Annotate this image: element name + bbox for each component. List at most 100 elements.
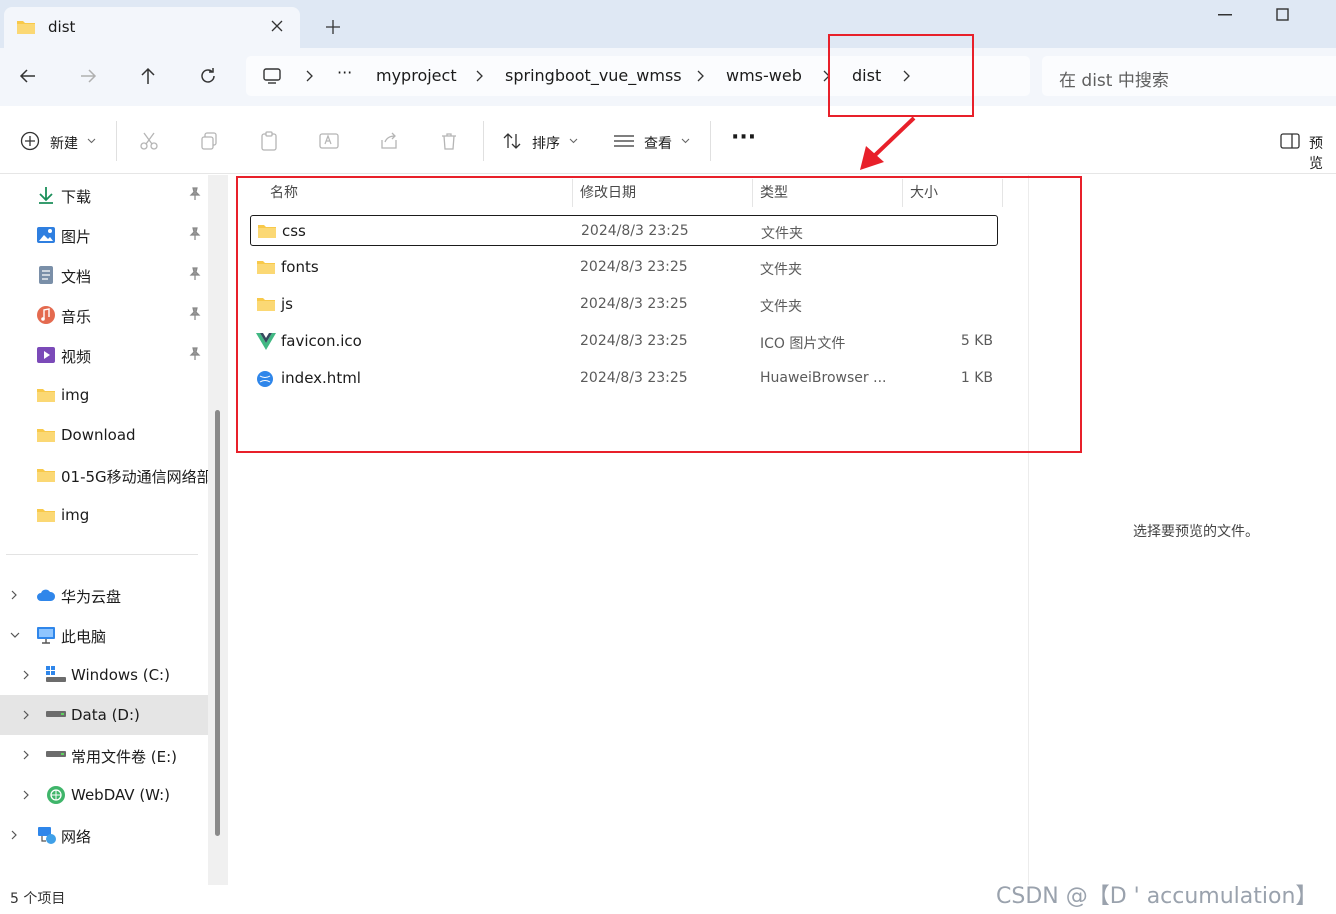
sidebar-item-label: Windows (C:) [71, 666, 170, 684]
chevron-right-icon [305, 67, 315, 85]
new-button[interactable]: 新建 [50, 133, 78, 153]
watermark: CSDN @【D ' accumulation】 [996, 884, 1318, 909]
sidebar-item-this-pc[interactable]: 此电脑 [0, 615, 208, 655]
sidebar-item-downloads[interactable]: 下载 [0, 175, 208, 215]
sidebar-item-download-folder[interactable]: Download [0, 415, 208, 455]
sidebar-item-label: Download [61, 426, 136, 444]
folder-icon [16, 19, 36, 35]
pin-icon [189, 267, 201, 281]
sidebar-item-label: 华为云盘 [61, 588, 122, 606]
view-button[interactable]: 查看 [644, 133, 672, 153]
folder-icon [36, 387, 56, 403]
sort-button[interactable]: 排序 [532, 133, 560, 153]
breadcrumb-overflow[interactable]: ··· [337, 63, 352, 82]
sidebar-item-label: 下载 [61, 188, 92, 206]
chevron-right-icon[interactable] [22, 669, 30, 681]
annotation-box-dist-crumb [828, 34, 974, 117]
breadcrumb-myproject[interactable]: myproject [376, 66, 457, 85]
paste-icon[interactable] [259, 131, 279, 151]
share-icon[interactable] [379, 131, 399, 151]
cloud-icon [36, 587, 56, 603]
sidebar-item-data-d[interactable]: Data (D:) [0, 695, 208, 735]
more-options-button[interactable]: ··· [731, 125, 756, 150]
chevron-down-icon[interactable] [87, 138, 96, 144]
chevron-right-icon[interactable] [22, 789, 30, 801]
sidebar-item-label: 常用文件卷 (E:) [71, 748, 178, 766]
refresh-icon[interactable] [198, 66, 218, 86]
chevron-right-icon[interactable] [475, 67, 485, 85]
videos-icon [36, 345, 56, 365]
this-pc-icon [36, 625, 56, 645]
music-icon [36, 305, 56, 325]
drive-icon [46, 751, 66, 759]
pin-icon [189, 307, 201, 321]
toolbar-divider [710, 121, 711, 161]
pictures-icon [36, 225, 56, 245]
chevron-right-icon[interactable] [696, 67, 706, 85]
maximize-icon[interactable] [1276, 8, 1290, 22]
sidebar-item-documents[interactable]: 文档 [0, 255, 208, 295]
close-tab-icon[interactable] [270, 19, 284, 33]
drive-c-icon [46, 666, 66, 684]
sidebar-item-label: 文档 [61, 268, 92, 286]
scrollbar-thumb[interactable] [215, 410, 220, 836]
minimize-icon[interactable] [1218, 14, 1232, 16]
preview-pane-icon[interactable] [1280, 132, 1300, 150]
this-pc-icon[interactable] [262, 66, 282, 86]
forward-arrow-icon[interactable] [78, 66, 98, 86]
chevron-down-icon[interactable] [9, 631, 21, 639]
sort-icon[interactable] [502, 131, 522, 151]
back-arrow-icon[interactable] [18, 66, 38, 86]
up-arrow-icon[interactable] [138, 66, 158, 86]
cut-icon[interactable] [139, 131, 159, 151]
chevron-down-icon[interactable] [569, 138, 578, 144]
sidebar-item-label: img [61, 386, 90, 404]
annotation-box-file-list [236, 176, 1082, 453]
search-placeholder: 在 dist 中搜索 [1059, 71, 1169, 91]
breadcrumb-springboot-vue-wmss[interactable]: springboot_vue_wmss [505, 66, 682, 85]
sidebar-item-label: 网络 [61, 828, 92, 846]
chevron-right-icon[interactable] [10, 829, 18, 841]
annotation-arrow-icon [850, 112, 920, 174]
sidebar-item-label: Data (D:) [71, 706, 140, 724]
sidebar-item-common-e[interactable]: 常用文件卷 (E:) [0, 735, 208, 775]
copy-icon[interactable] [199, 131, 219, 151]
new-tab-icon[interactable] [325, 19, 341, 35]
tab-title: dist [48, 18, 76, 36]
chevron-down-icon[interactable] [681, 138, 690, 144]
drive-icon [46, 711, 66, 719]
view-lines-icon[interactable] [613, 131, 635, 151]
rename-icon[interactable] [319, 131, 339, 151]
chevron-right-icon[interactable] [10, 589, 18, 601]
sidebar-item-webdav[interactable]: WebDAV (W:) [0, 775, 208, 815]
toolbar-divider [116, 121, 117, 161]
toolbar-divider [483, 121, 484, 161]
sidebar-item-label: 01-5G移动通信网络部 [61, 468, 208, 486]
sidebar-item-huawei-cloud[interactable]: 华为云盘 [0, 575, 208, 615]
chevron-right-icon[interactable] [22, 709, 30, 721]
new-plus-icon[interactable] [20, 131, 40, 151]
sidebar-item-5g-folder[interactable]: 01-5G移动通信网络部 [0, 455, 208, 495]
download-icon [37, 185, 55, 205]
sidebar-item-label: img [61, 506, 90, 524]
sidebar-divider [6, 554, 198, 555]
sidebar-item-network[interactable]: 网络 [0, 815, 208, 855]
sidebar-item-img-2[interactable]: img [0, 495, 208, 535]
sidebar-item-videos[interactable]: 视频 [0, 335, 208, 375]
documents-icon [37, 265, 55, 285]
sidebar-item-music[interactable]: 音乐 [0, 295, 208, 335]
breadcrumb-wms-web[interactable]: wms-web [726, 66, 802, 85]
preview-button[interactable]: 预览 [1309, 133, 1336, 173]
network-icon [36, 825, 56, 845]
sidebar-item-img[interactable]: img [0, 375, 208, 415]
sidebar-item-label: 视频 [61, 348, 92, 366]
chevron-right-icon[interactable] [22, 749, 30, 761]
pin-icon [189, 347, 201, 361]
sidebar-item-windows-c[interactable]: Windows (C:) [0, 655, 208, 695]
sidebar-item-pictures[interactable]: 图片 [0, 215, 208, 255]
webdav-icon [46, 785, 66, 805]
sidebar-item-label: 图片 [61, 228, 92, 246]
folder-icon [36, 427, 56, 443]
delete-icon[interactable] [439, 131, 459, 151]
pin-icon [189, 227, 201, 241]
